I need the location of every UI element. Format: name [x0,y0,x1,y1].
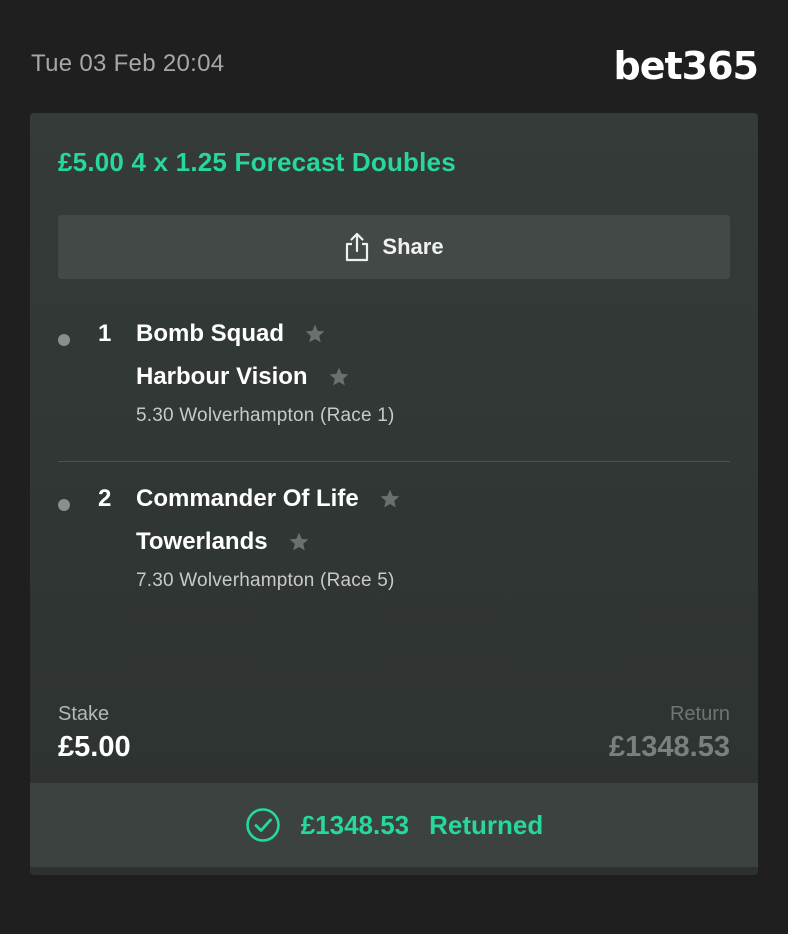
star-icon[interactable] [328,366,350,388]
runner-2: Harbour Vision [136,363,350,391]
runner-name: Harbour Vision [136,363,308,390]
selection-number: 1 [98,320,112,347]
runner-name: Towerlands [136,528,268,555]
runner-2: Towerlands [136,528,310,556]
bet-timestamp: Tue 03 Feb 20:04 [31,50,225,77]
runner-name: Bomb Squad [136,320,284,347]
race-info: 5.30 Wolverhampton (Race 1) [136,405,395,426]
selection-bullet [58,334,70,346]
bet365-logo: bet365 [613,44,759,88]
selection-divider [58,461,730,462]
bet-card: £5.00 4 x 1.25 Forecast Doubles Share 1 … [30,113,758,875]
share-label: Share [382,234,444,259]
selection-1: 1 Bomb Squad Harbour Vision 5.30 Wolverh… [58,320,730,440]
runner-name: Commander Of Life [136,485,359,512]
returned-label: Returned [429,809,544,840]
selection-number: 2 [98,485,112,512]
stake-value: £5.00 [58,731,131,763]
check-circle-icon [245,808,280,842]
return-value: £1348.53 [609,731,730,763]
selection-bullet [58,499,70,511]
runner-1: Bomb Squad [136,320,326,348]
stake-label: Stake [58,703,110,725]
star-icon[interactable] [288,531,310,553]
returned-status-bar: £1348.53 Returned [30,783,758,867]
star-icon[interactable] [304,323,326,345]
share-icon [346,232,369,262]
selection-2: 2 Commander Of Life Towerlands 7.30 Wolv… [58,485,730,605]
bet-title: £5.00 4 x 1.25 Forecast Doubles [58,147,456,177]
header: Tue 03 Feb 20:04 bet365 [0,0,788,112]
share-button[interactable]: Share [58,215,730,279]
runner-1: Commander Of Life [136,485,401,513]
returned-amount: £1348.53 [300,809,410,840]
star-icon[interactable] [379,488,401,510]
return-label: Return [669,703,730,725]
race-info: 7.30 Wolverhampton (Race 5) [136,570,395,591]
